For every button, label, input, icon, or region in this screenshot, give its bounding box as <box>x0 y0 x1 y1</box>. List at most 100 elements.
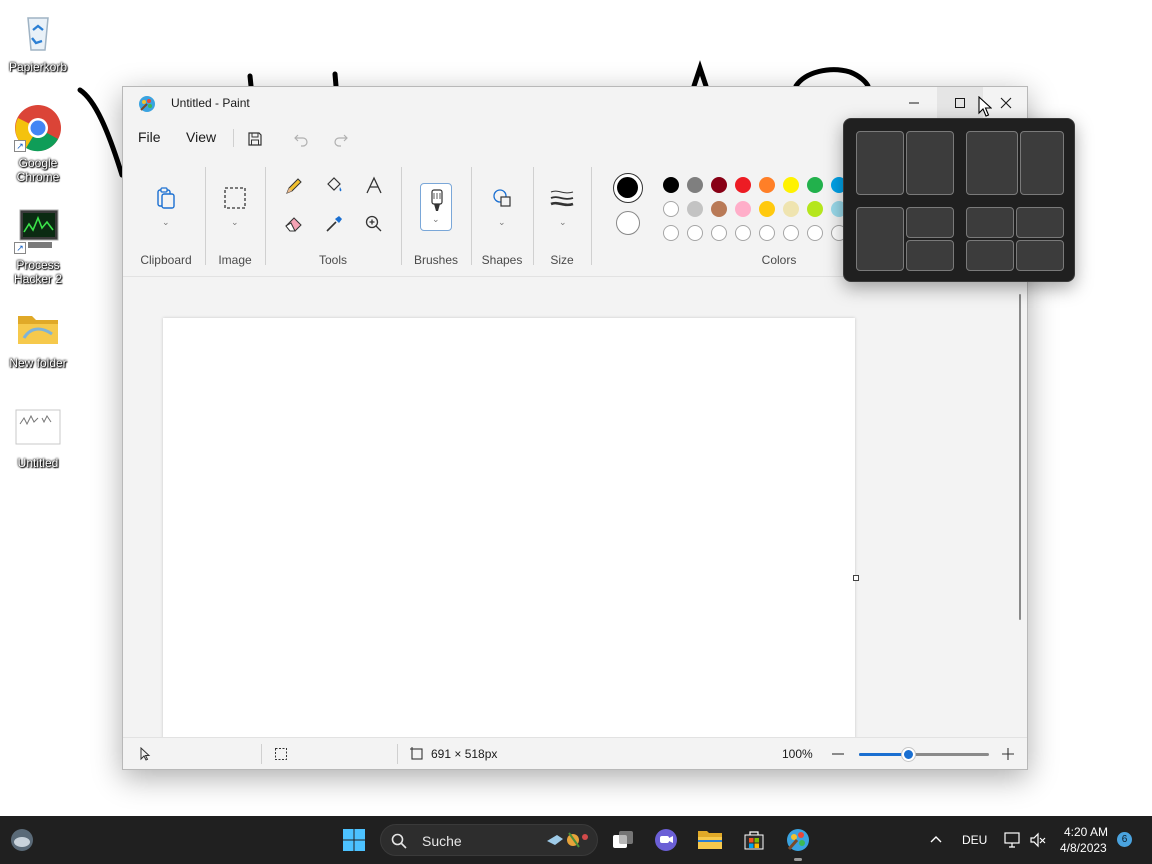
palette-color-swatch[interactable] <box>687 201 703 217</box>
custom-color-slot[interactable] <box>807 225 823 241</box>
palette-color-swatch[interactable] <box>687 177 703 193</box>
snap-zone-one-third-right[interactable] <box>1020 131 1064 195</box>
pencil-tool[interactable] <box>281 173 307 199</box>
drawing-canvas[interactable] <box>163 318 855 738</box>
snap-zone-quad-bottom-right[interactable] <box>1016 240 1064 271</box>
ribbon-separator <box>471 167 472 265</box>
custom-color-slot[interactable] <box>759 225 775 241</box>
canvas-resize-handle[interactable] <box>853 575 859 581</box>
palette-color-swatch[interactable] <box>663 201 679 217</box>
primary-color-swatch[interactable] <box>613 173 643 203</box>
palette-color-swatch[interactable] <box>735 177 751 193</box>
widgets-button[interactable] <box>6 824 38 856</box>
redo-button[interactable] <box>329 127 353 151</box>
desktop-icon-label: Untitled <box>17 456 59 470</box>
canvas-size-icon <box>410 747 423 760</box>
chevron-down-icon[interactable]: ⌄ <box>231 217 239 228</box>
paste-button[interactable] <box>153 185 179 211</box>
palette-color-swatch[interactable] <box>663 177 679 193</box>
shapes-button[interactable] <box>489 185 515 211</box>
palette-color-swatch[interactable] <box>783 177 799 193</box>
desktop-icon-new-folder[interactable]: New folder <box>0 304 76 370</box>
snap-zone-quad-bottom-left[interactable] <box>966 240 1014 271</box>
microsoft-store-icon <box>744 831 764 850</box>
chevron-down-icon[interactable]: ⌄ <box>559 217 567 228</box>
custom-color-slot[interactable] <box>735 225 751 241</box>
text-tool[interactable] <box>361 173 387 199</box>
menu-separator <box>233 129 234 147</box>
minimize-button[interactable] <box>891 87 937 119</box>
windows-logo-icon <box>343 829 365 851</box>
ribbon-separator <box>591 167 592 265</box>
snap-zone-quad-top-left[interactable] <box>966 207 1014 238</box>
zoom-slider-thumb[interactable] <box>902 748 916 761</box>
custom-color-slot[interactable] <box>687 225 703 241</box>
file-explorer-button[interactable] <box>694 824 726 856</box>
palette-color-swatch[interactable] <box>807 201 823 217</box>
desktop-icon-chrome[interactable]: ↗ Google Chrome <box>0 104 76 184</box>
palette-color-swatch[interactable] <box>711 201 727 217</box>
volume-muted-icon[interactable] <box>1029 831 1047 849</box>
eraser-icon <box>285 217 302 232</box>
start-button[interactable] <box>338 824 370 856</box>
snap-zone-half-left[interactable] <box>856 131 904 195</box>
clock-time[interactable]: 4:20 AM <box>1064 825 1108 839</box>
menu-file[interactable]: File <box>138 129 161 145</box>
size-button[interactable] <box>549 185 575 211</box>
eraser-tool[interactable] <box>281 211 307 237</box>
chat-button[interactable] <box>650 824 682 856</box>
vertical-scrollbar[interactable] <box>1019 294 1021 620</box>
cursor-position-icon <box>140 747 151 761</box>
palette-color-swatch[interactable] <box>711 177 727 193</box>
undo-button[interactable] <box>289 127 313 151</box>
paint-taskbar-button[interactable] <box>782 824 814 856</box>
desktop-icon-process-hacker[interactable]: ↗ Process Hacker 2 <box>0 206 76 286</box>
palette-color-swatch[interactable] <box>759 201 775 217</box>
desktop-icon-recycle-bin[interactable]: Papierkorb <box>0 8 76 74</box>
custom-color-slot[interactable] <box>663 225 679 241</box>
custom-color-slot[interactable] <box>711 225 727 241</box>
taskbar-search[interactable]: Suche <box>380 824 598 856</box>
show-hidden-icons-icon[interactable] <box>929 834 943 844</box>
snap-zone-bottom-right[interactable] <box>906 240 954 271</box>
magnifier-tool[interactable] <box>361 211 387 237</box>
teams-chat-icon <box>655 829 677 851</box>
clock-date[interactable]: 4/8/2023 <box>1060 841 1107 855</box>
title-bar[interactable]: Untitled - Paint <box>123 87 1027 119</box>
zoom-slider[interactable] <box>859 748 989 761</box>
notification-badge[interactable]: 6 <box>1117 832 1132 847</box>
color-picker-tool[interactable] <box>321 211 347 237</box>
snap-zone-two-thirds-left[interactable] <box>966 131 1018 195</box>
secondary-color-swatch[interactable] <box>616 211 640 235</box>
shortcut-arrow-icon: ↗ <box>14 242 26 254</box>
palette-color-swatch[interactable] <box>783 201 799 217</box>
brushes-button[interactable]: ⌄ <box>420 183 452 231</box>
custom-color-slot[interactable] <box>783 225 799 241</box>
chevron-down-icon[interactable]: ⌄ <box>162 217 170 228</box>
palette-color-swatch[interactable] <box>735 201 751 217</box>
menu-view[interactable]: View <box>186 129 216 145</box>
zoom-in-icon[interactable] <box>1001 747 1015 761</box>
ribbon-separator <box>205 167 206 265</box>
select-button[interactable] <box>222 185 248 211</box>
palette-color-swatch[interactable] <box>759 177 775 193</box>
save-button[interactable] <box>243 127 267 151</box>
snap-zone-quad-top-right[interactable] <box>1016 207 1064 238</box>
fill-tool[interactable] <box>321 173 347 199</box>
chevron-down-icon[interactable]: ⌄ <box>498 217 506 228</box>
snap-zone-top-right[interactable] <box>906 207 954 238</box>
store-button[interactable] <box>738 824 770 856</box>
paint-app-icon <box>787 829 809 851</box>
maximize-button[interactable] <box>937 87 983 119</box>
snap-zone-half-left-2[interactable] <box>856 207 904 271</box>
canvas-size-text: 691 × 518px <box>431 747 498 761</box>
network-icon[interactable] <box>1003 831 1021 849</box>
task-view-button[interactable] <box>607 824 639 856</box>
snap-zone-half-right[interactable] <box>906 131 954 195</box>
zoom-level-text[interactable]: 100% <box>782 747 813 761</box>
desktop-icon-untitled[interactable]: Untitled <box>0 404 76 470</box>
language-indicator[interactable]: DEU <box>962 833 987 847</box>
palette-color-swatch[interactable] <box>807 177 823 193</box>
zoom-out-icon[interactable] <box>831 747 845 761</box>
ribbon-group-tools: Tools <box>318 253 347 267</box>
